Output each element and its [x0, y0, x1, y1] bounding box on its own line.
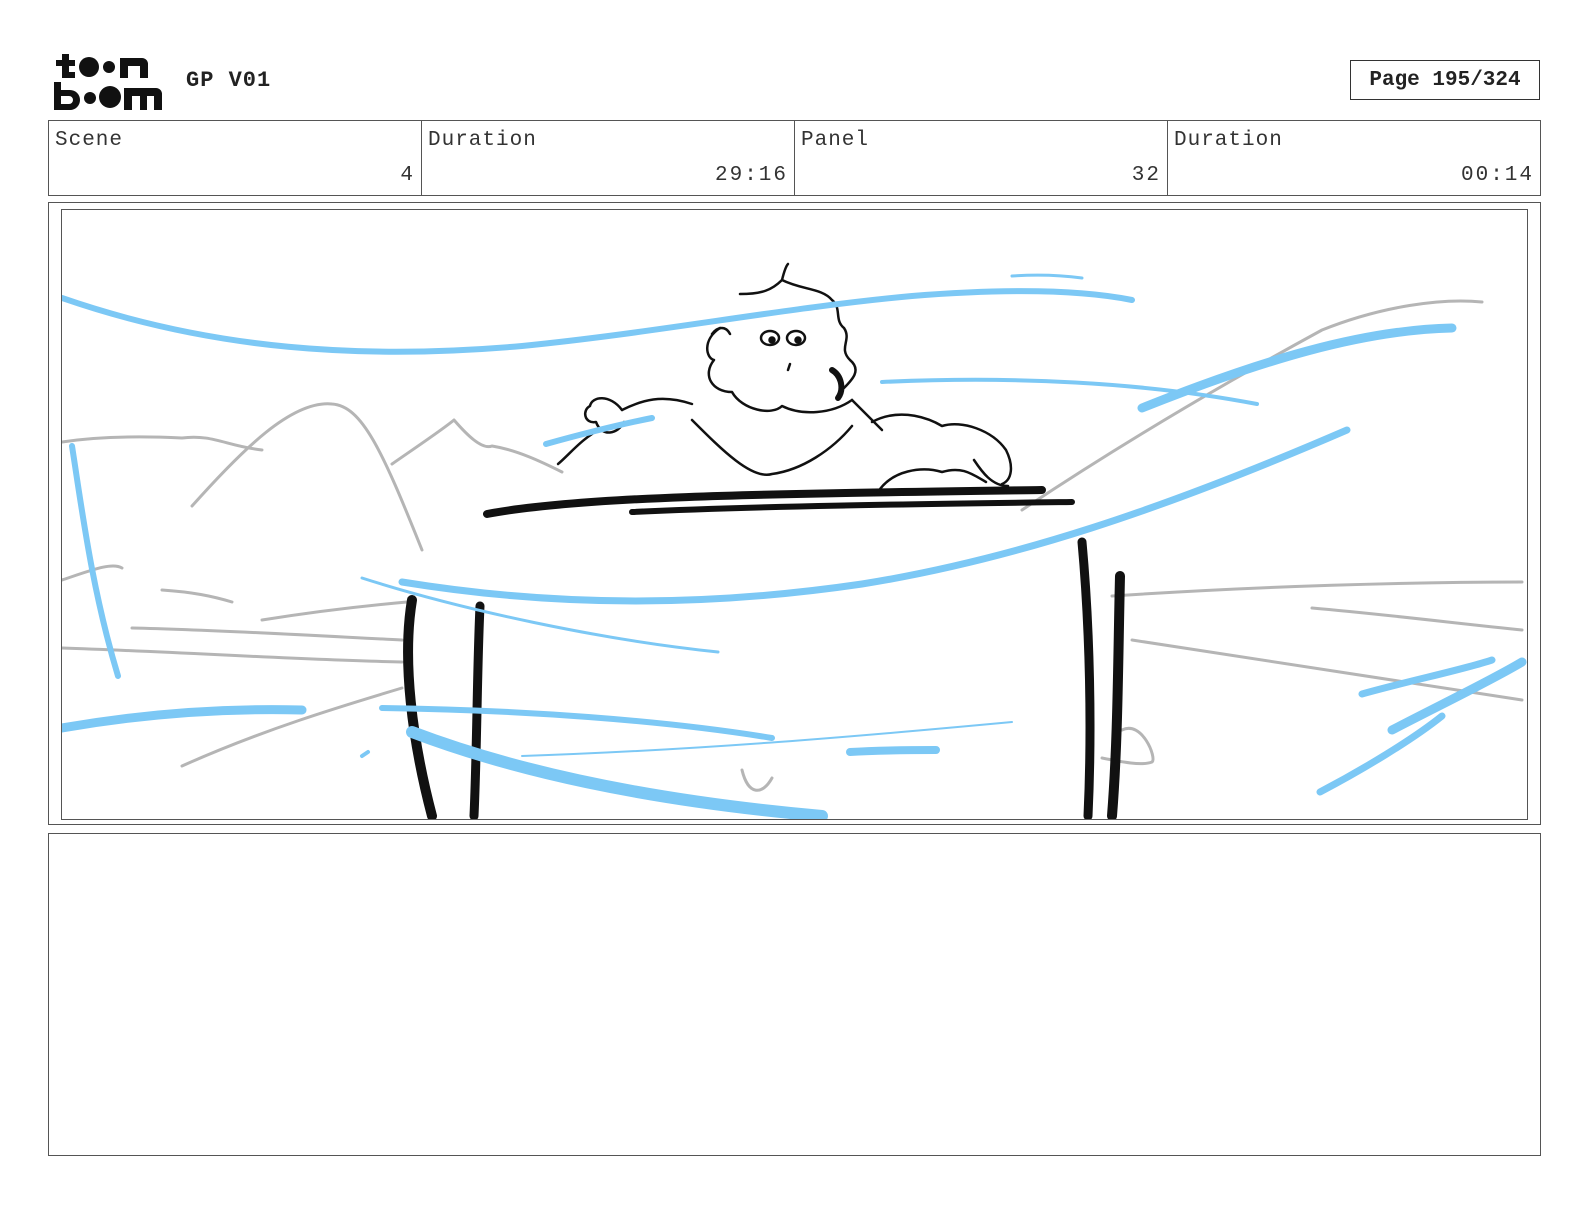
toon-boom-logo-icon: [54, 54, 162, 110]
panel-cell: Panel 32: [795, 121, 1168, 195]
storyboard-panel-frame: [48, 202, 1541, 825]
project-title: GP V01: [186, 68, 272, 93]
storyboard-panel-image: [61, 209, 1528, 820]
panel-duration-cell: Duration 00:14: [1168, 121, 1540, 195]
scene-value: 4: [400, 164, 415, 187]
panel-duration-value: 00:14: [1460, 164, 1534, 187]
page-counter: Page 195/324: [1350, 60, 1540, 100]
panel-info-bar: Scene 4 Duration 29:16 Panel 32 Duration…: [48, 120, 1541, 196]
storyboard-sketch-icon: [62, 262, 1527, 819]
panel-label: Panel: [801, 129, 870, 152]
panel-duration-label: Duration: [1174, 129, 1283, 152]
scene-duration-cell: Duration 29:16: [422, 121, 795, 195]
panel-notes-area[interactable]: [48, 833, 1541, 1156]
page-counter-label: Page 195/324: [1369, 68, 1521, 92]
scene-duration-label: Duration: [428, 129, 537, 152]
scene-duration-value: 29:16: [714, 164, 788, 187]
scene-label: Scene: [55, 129, 124, 152]
panel-value: 32: [1131, 164, 1161, 187]
scene-cell: Scene 4: [49, 121, 422, 195]
